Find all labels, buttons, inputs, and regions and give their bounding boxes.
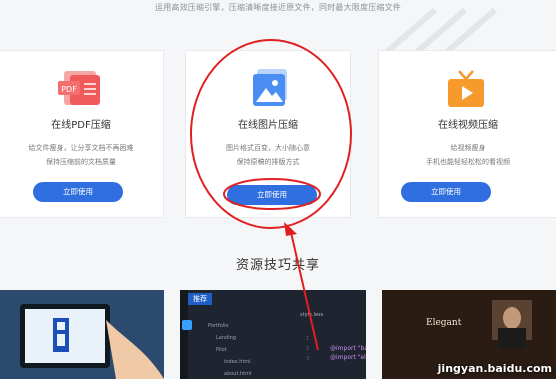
- annotation-overlay: [190, 39, 352, 351]
- button-highlight-ellipse: [223, 178, 321, 210]
- highlight-circle: [190, 39, 352, 229]
- annotation-arrow-line: [289, 227, 319, 351]
